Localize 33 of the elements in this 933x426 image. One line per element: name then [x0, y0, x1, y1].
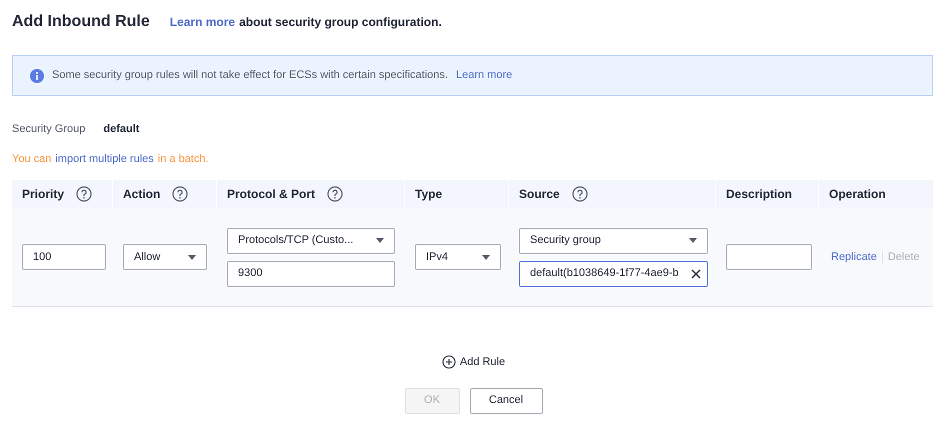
replicate-link[interactable]: Replicate [831, 248, 877, 266]
header-text: about security group configuration. [239, 14, 442, 31]
field-value: default [103, 122, 140, 137]
help-icon[interactable] [572, 186, 588, 202]
protocol-select[interactable]: Protocols/TCP (Custo... [227, 228, 395, 254]
cancel-button[interactable]: Cancel [470, 388, 542, 414]
help-icon[interactable] [76, 186, 92, 202]
page-title: Add Inbound Rule [12, 12, 150, 32]
hint-text: in a batch. [158, 152, 209, 167]
add-rule-button[interactable]: Add Rule [442, 354, 506, 370]
column-header: Operation [828, 186, 887, 203]
import-link[interactable]: import multiple rules [55, 150, 154, 168]
info-icon [30, 68, 44, 82]
help-icon[interactable] [172, 186, 188, 202]
notice-text: Some security group rules will not take effect for ECSs with certain specifications. [52, 68, 448, 84]
type-select[interactable]: IPv4 [415, 244, 501, 270]
learn-more-link[interactable]: Learn more [170, 13, 236, 31]
action-select[interactable]: Allow [123, 244, 207, 270]
close-icon[interactable] [691, 268, 701, 278]
description-field[interactable] [726, 244, 812, 270]
add-icon [442, 355, 456, 370]
hint-text: You can [12, 152, 52, 167]
field-label: Security Group [12, 122, 86, 137]
source-type-select[interactable]: Security group [519, 228, 708, 254]
help-icon[interactable] [327, 186, 344, 202]
source-field[interactable]: default(b1038649-1f77-4ae9-b [519, 260, 708, 286]
caret-icon [689, 238, 697, 243]
caret-icon [482, 254, 490, 260]
caret-icon [376, 238, 384, 243]
port-field[interactable]: 9300 [227, 260, 395, 286]
priority-field[interactable]: 100 [22, 244, 106, 270]
learn-more-link[interactable]: Learn more [456, 67, 512, 84]
caret-icon [188, 254, 196, 260]
